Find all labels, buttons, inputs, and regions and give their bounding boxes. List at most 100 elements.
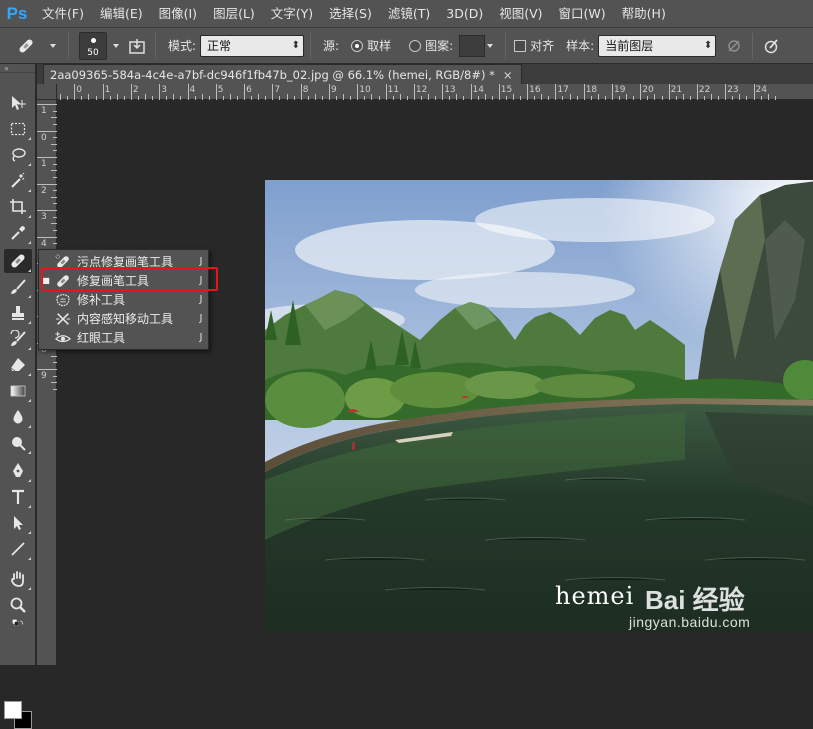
ruler-minor-tick: [123, 96, 125, 100]
clone-stamp-tool-icon[interactable]: [4, 301, 32, 325]
menu-filter[interactable]: 滤镜(T): [380, 0, 438, 28]
ruler-number: 0: [76, 85, 83, 95]
aligned-checkbox[interactable]: [514, 39, 527, 52]
brush-caret-icon[interactable]: [113, 43, 119, 48]
history-brush-tool-icon[interactable]: [4, 327, 32, 351]
bandage-icon[interactable]: [8, 32, 44, 60]
ruler-minor-tick: [463, 96, 465, 100]
foreground-color-swatch[interactable]: [4, 701, 22, 719]
vertical-ruler[interactable]: 10123456789: [37, 100, 57, 665]
hand-tool-icon[interactable]: [4, 567, 32, 591]
brush-size-value: 50: [87, 47, 99, 58]
tool-group-corner-icon: [28, 189, 31, 192]
ruler-minor-tick: [286, 94, 288, 100]
source-sampled-radio[interactable]: [351, 39, 364, 52]
pressure-size-icon[interactable]: [759, 34, 783, 58]
ruler-origin[interactable]: [37, 84, 57, 100]
menu-3d[interactable]: 3D(D): [438, 0, 491, 28]
type-tool-icon[interactable]: [4, 485, 32, 509]
ruler-minor-tick: [364, 96, 366, 100]
ruler-minor-tick: [392, 96, 394, 100]
flyout-item-shortcut: J: [199, 313, 203, 324]
pattern-swatch[interactable]: [459, 34, 486, 57]
close-tab-icon[interactable]: ×: [503, 68, 513, 82]
ruler-number: 21: [670, 85, 683, 95]
tool-preset-caret-icon[interactable]: [50, 43, 56, 48]
mode-label: 模式:: [168, 39, 197, 53]
ruler-minor-tick: [293, 96, 295, 100]
eyedropper-tool-icon[interactable]: [4, 221, 32, 245]
tool-group-corner-icon: [28, 163, 31, 166]
ruler-major-tick: [37, 369, 57, 370]
ruler-major-tick: [215, 84, 217, 100]
menu-type[interactable]: 文字(Y): [263, 0, 321, 28]
healing-brush-tool-icon[interactable]: [4, 249, 32, 273]
ruler-minor-tick: [53, 190, 57, 192]
ruler-minor-tick: [562, 96, 564, 100]
pattern-caret-icon[interactable]: [487, 43, 494, 48]
flyout-item-spot-healing-brush[interactable]: 污点修复画笔工具 J: [39, 252, 208, 271]
lasso-tool-icon[interactable]: [4, 143, 32, 167]
ruler-number: 1: [41, 106, 47, 116]
menu-help[interactable]: 帮助(H): [614, 0, 674, 28]
flyout-item-red-eye[interactable]: 红眼工具 J: [39, 328, 208, 347]
path-selection-tool-icon[interactable]: [4, 511, 32, 535]
ruler-major-tick: [696, 84, 698, 100]
crop-tool-icon[interactable]: [4, 195, 32, 219]
zoom-tool-icon[interactable]: [4, 593, 32, 617]
photoshop-logo: Ps: [6, 3, 28, 23]
ruler-minor-tick: [682, 94, 684, 100]
healing-tools-flyout-menu: 污点修复画笔工具 J ■ 修复画笔工具 J 修补工具 J 内容感知移动工具 J …: [38, 249, 209, 350]
image-watermark-text: hemei: [555, 582, 635, 610]
ruler-minor-tick: [137, 96, 139, 100]
tool-group-corner-icon: [28, 425, 31, 428]
flyout-item-content-aware-move[interactable]: 内容感知移动工具 J: [39, 309, 208, 328]
horizontal-ruler[interactable]: 1012345678910111213141516171819202122232…: [37, 84, 813, 100]
sample-select[interactable]: 当前图层: [598, 34, 717, 57]
swap-colors-icon[interactable]: [4, 617, 32, 633]
ruler-minor-tick: [53, 229, 57, 231]
magic-wand-tool-icon[interactable]: [4, 169, 32, 193]
document-image[interactable]: hemei Bai 经验 jingyan.baidu.com: [265, 180, 813, 632]
blur-tool-icon[interactable]: [4, 405, 32, 429]
panel-collapse-icon[interactable]: »: [0, 64, 35, 73]
document-tab[interactable]: 2aa09365-584a-4c4e-a7bf-dc946f1fb47b_02.…: [43, 64, 522, 84]
ruler-major-tick: [725, 84, 727, 100]
menu-select[interactable]: 选择(S): [321, 0, 380, 28]
sample-label: 样本:: [566, 39, 595, 53]
source-pattern-label: 图案:: [425, 39, 454, 53]
menu-layer[interactable]: 图层(L): [205, 0, 263, 28]
ruler-minor-tick: [51, 355, 57, 357]
menu-file[interactable]: 文件(F): [34, 0, 92, 28]
flyout-item-shortcut: J: [199, 332, 203, 343]
document-tab-title: 2aa09365-584a-4c4e-a7bf-dc946f1fb47b_02.…: [50, 68, 495, 82]
dodge-tool-icon[interactable]: [4, 431, 32, 455]
menu-view[interactable]: 视图(V): [491, 0, 550, 28]
line-tool-icon[interactable]: [4, 537, 32, 561]
flyout-item-label: 修补工具: [77, 293, 126, 307]
eraser-tool-icon[interactable]: [4, 353, 32, 377]
menu-image[interactable]: 图像(I): [151, 0, 205, 28]
brush-size-picker[interactable]: 50: [79, 31, 107, 60]
menu-edit[interactable]: 编辑(E): [92, 0, 151, 28]
mode-select[interactable]: 正常: [200, 34, 305, 57]
marquee-tool-icon[interactable]: [4, 117, 32, 141]
selected-bullet-icon: ■: [42, 276, 50, 285]
ruler-minor-tick: [51, 223, 57, 225]
clone-source-panel-icon[interactable]: [125, 34, 149, 58]
ruler-minor-tick: [81, 96, 83, 100]
source-pattern-radio[interactable]: [409, 39, 422, 52]
canvas-workspace[interactable]: hemei Bai 经验 jingyan.baidu.com: [58, 101, 813, 665]
brush-tool-icon[interactable]: [4, 275, 32, 299]
ignore-adjustment-layers-icon[interactable]: [722, 34, 746, 58]
ruler-minor-tick: [675, 96, 677, 100]
move-tool-icon[interactable]: [4, 91, 32, 115]
gradient-tool-icon[interactable]: [4, 379, 32, 403]
pen-tool-icon[interactable]: [4, 459, 32, 483]
baidu-jingyan-logo: Bai 经验: [645, 585, 745, 615]
ruler-major-tick: [187, 84, 189, 100]
flyout-item-healing-brush[interactable]: ■ 修复画笔工具 J: [39, 271, 208, 290]
flyout-item-patch[interactable]: 修补工具 J: [39, 290, 208, 309]
menu-window[interactable]: 窗口(W): [551, 0, 614, 28]
ruler-number: 14: [472, 85, 484, 95]
